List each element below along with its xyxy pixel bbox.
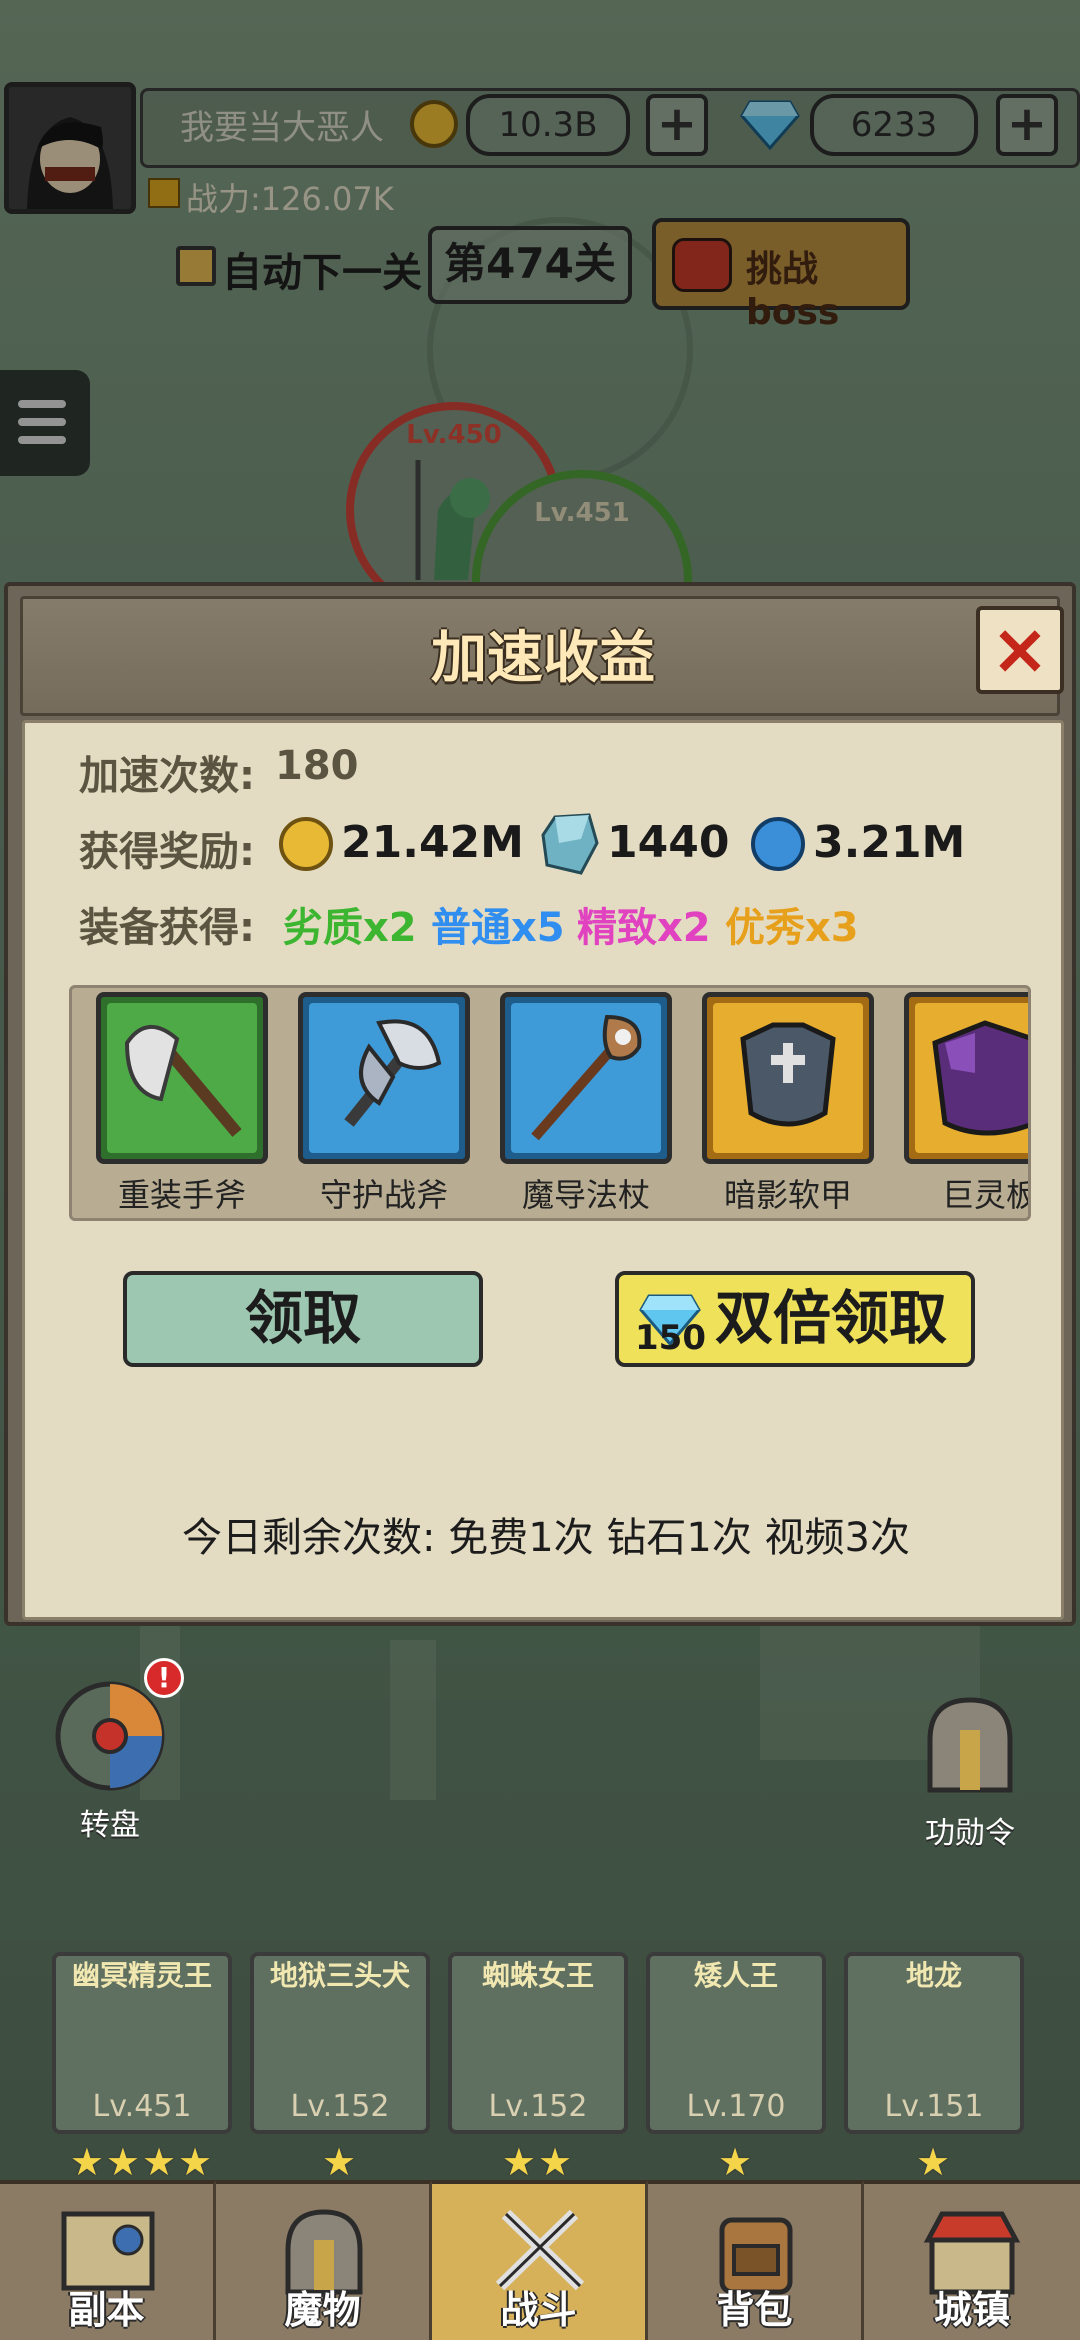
hero-stars: ★ [321, 2140, 359, 2184]
item-name: 巨灵板 [941, 1176, 1031, 1214]
hero-name: 地龙 [905, 1959, 962, 1992]
hero-stars: ★ [915, 2140, 953, 2184]
hero-level: Lv.451 [92, 2089, 192, 2124]
reward-orb: 3.21M [813, 817, 966, 868]
item-slot[interactable] [904, 992, 1028, 1164]
equip-normal: 普通x5 [431, 905, 565, 951]
item-name: 重装手斧 [117, 1176, 246, 1214]
dialog-title: 加速收益 [431, 626, 655, 691]
nav-dungeon[interactable]: 副本 [0, 2180, 216, 2340]
hero-level: Lv.152 [488, 2089, 588, 2124]
reward-stone: 1440 [607, 817, 730, 868]
equip-fine: 精致x2 [577, 905, 711, 951]
notification-badge: ! [144, 1658, 184, 1698]
item-list[interactable]: 重装手斧 守护战斧 魔导法杖 暗影软甲 巨灵板 [69, 985, 1031, 1221]
nav-label: 背包 [716, 2288, 793, 2332]
item-name: 守护战斧 [319, 1176, 448, 1214]
item-slot[interactable] [702, 992, 874, 1164]
close-button[interactable]: × [976, 606, 1064, 694]
reward-label: 获得奖励: [79, 829, 255, 875]
claim-button[interactable]: 领取 [123, 1271, 483, 1367]
swirl-orb-icon [751, 817, 805, 871]
equip-excellent: 优秀x3 [725, 905, 859, 951]
speedup-count-value: 180 [275, 743, 359, 789]
dialog-header: 加速收益 [20, 596, 1060, 716]
gold-coin-icon [279, 817, 333, 871]
double-claim-label: 双倍领取 [715, 1284, 948, 1352]
item-slot[interactable] [500, 992, 672, 1164]
wheel-label: 转盘 [80, 1808, 140, 1843]
speedup-dialog: 加速收益 × 加速次数: 180 获得奖励: 21.42M 1440 3.21M… [4, 582, 1076, 1626]
hero-name: 蜘蛛女王 [481, 1959, 594, 1992]
nav-label: 魔物 [284, 2288, 361, 2332]
item-slot[interactable] [298, 992, 470, 1164]
hero-level: Lv.151 [884, 2089, 984, 2124]
wheel-button[interactable]: 转盘 [50, 1680, 170, 1844]
plate-armor-icon [932, 1020, 1028, 1136]
nav-label: 副本 [68, 2288, 145, 2332]
helmet-icon [927, 1697, 1013, 1793]
merit-label: 功勋令 [925, 1816, 1015, 1851]
item-name: 暗影软甲 [723, 1176, 852, 1214]
hero-name: 幽冥精灵王 [71, 1959, 212, 1992]
staff-icon [531, 1014, 642, 1141]
hero-card[interactable]: 幽冥精灵王 Lv.451 [52, 1952, 232, 2134]
speedup-count-label: 加速次数: [79, 753, 255, 799]
reward-gold: 21.42M [341, 817, 524, 868]
battle-axe-icon [344, 1019, 442, 1127]
hero-stars: ★★ [501, 2140, 575, 2184]
item-slot[interactable] [96, 992, 268, 1164]
nav-label: 战斗 [500, 2288, 577, 2332]
hero-card[interactable]: 地狱三头犬 Lv.152 [250, 1952, 430, 2134]
hero-card[interactable]: 蜘蛛女王 Lv.152 [448, 1952, 628, 2134]
hero-name: 矮人王 [693, 1959, 778, 1992]
hero-stars: ★★★★ [69, 2140, 215, 2184]
hero-level: Lv.152 [290, 2089, 390, 2124]
hero-name: 地狱三头犬 [269, 1959, 410, 1992]
nav-town[interactable]: 城镇 [864, 2180, 1080, 2340]
hero-level: Lv.170 [686, 2089, 786, 2124]
equip-label: 装备获得: [79, 905, 255, 951]
dialog-body: 加速次数: 180 获得奖励: 21.42M 1440 3.21M 装备获得: … [22, 720, 1064, 1620]
wheel-icon [55, 1681, 165, 1791]
double-claim-cost: 150 [635, 1318, 706, 1358]
axe-icon [124, 1024, 242, 1137]
item-name: 魔导法杖 [521, 1176, 650, 1214]
stone-icon [541, 813, 599, 879]
armor-icon [740, 1022, 836, 1127]
remaining-count: 今日剩余次数: 免费1次 钻石1次 视频3次 [182, 1515, 910, 1561]
double-claim-button[interactable]: 150 双倍领取 [615, 1271, 975, 1367]
hero-card[interactable]: 地龙 Lv.151 [844, 1952, 1024, 2134]
nav-backpack[interactable]: 背包 [648, 2180, 864, 2340]
equip-poor: 劣质x2 [283, 905, 417, 951]
nav-label: 城镇 [933, 2288, 1010, 2332]
nav-monster[interactable]: 魔物 [216, 2180, 432, 2340]
nav-battle[interactable]: 战斗 [432, 2180, 648, 2340]
hero-card[interactable]: 矮人王 Lv.170 [646, 1952, 826, 2134]
game-screen: 我要当大恶人 10.3B + 6233 + 战力:126.07K 自动下一关 第… [0, 0, 1080, 2340]
hero-stars: ★ [717, 2140, 755, 2184]
merit-button[interactable]: 功勋令 [910, 1690, 1030, 1852]
close-icon: × [990, 608, 1050, 690]
